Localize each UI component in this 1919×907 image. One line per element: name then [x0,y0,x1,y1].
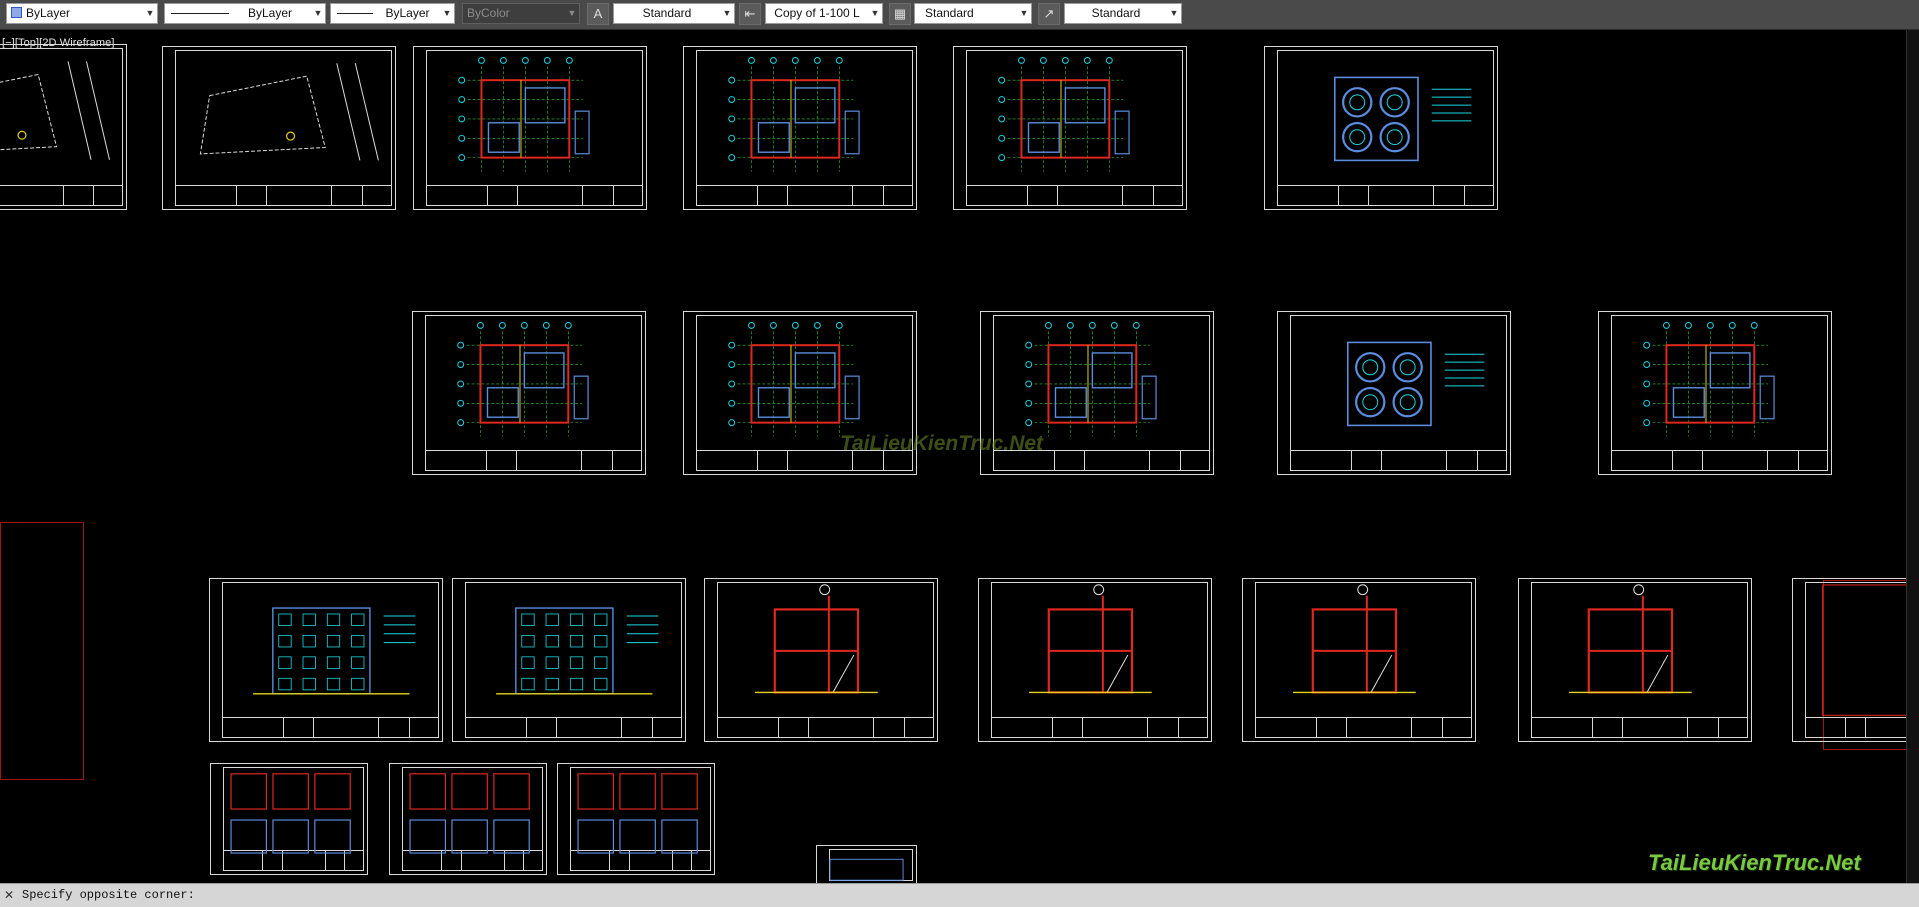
color-swatch-icon [11,7,22,18]
chevron-down-icon: ▼ [1019,8,1029,18]
drawing-content [230,773,351,854]
drawing-sheet[interactable] [557,763,715,875]
drawing-content [1029,584,1152,694]
drawing-content [1333,76,1472,162]
color-combo[interactable]: ByLayer ▼ [6,3,158,24]
chevron-down-icon: ▼ [313,8,323,18]
drawing-content [457,321,589,437]
drawing-content [1643,321,1775,437]
drawing-sheet[interactable] [389,763,547,875]
multileader-style-icon[interactable]: ↗ [1038,3,1060,25]
drawing-content [253,607,416,695]
chevron-down-icon: ▼ [442,8,452,18]
drawing-sheet[interactable] [1242,578,1476,742]
command-line[interactable]: ✕ Specify opposite corner: [0,883,1919,907]
drawing-content [1293,584,1416,694]
watermark: TaiLieuKienTruc.Net [840,432,1044,455]
drawing-content [755,584,878,694]
drawing-content [998,56,1130,172]
drawing-content [1822,584,1919,716]
chevron-down-icon: ▼ [870,8,880,18]
chevron-down-icon: ▼ [145,8,155,18]
drawing-sheet[interactable] [816,845,917,883]
drawing-content [0,61,110,160]
drawing-content [829,858,904,881]
chevron-down-icon: ▼ [567,8,577,18]
table-style-icon[interactable]: ▦ [889,3,911,25]
drawing-content [496,607,659,695]
drawing-sheet[interactable] [704,578,938,742]
dimension-style-icon[interactable]: ⇤ [739,3,761,25]
table-style-combo[interactable]: Standard ▼ [914,3,1032,24]
drawing-content [458,56,590,172]
linetype-combo[interactable]: ByLayer ▼ [164,3,326,24]
drawing-sheet[interactable] [1264,46,1498,210]
drawing-sheet[interactable] [0,44,127,210]
drawing-sheet[interactable] [210,763,368,875]
vertical-scrollbar[interactable] [1906,30,1919,883]
dim-style-combo[interactable]: Copy of 1-100 L ▼ [765,3,883,24]
text-style-combo[interactable]: Standard ▼ [613,3,735,24]
text-style-icon[interactable]: A [587,3,609,25]
drawing-sheet[interactable] [1277,311,1511,475]
drawing-sheet[interactable] [1598,311,1832,475]
close-icon[interactable]: ✕ [4,888,14,903]
drawing-content [1569,584,1692,694]
color-markers [1836,876,1901,882]
drawing-sheet[interactable] [412,311,646,475]
chevron-down-icon: ▼ [722,8,732,18]
lineweight-combo[interactable]: ByLayer ▼ [330,3,455,24]
drawing-sheet[interactable] [683,46,917,210]
drawing-sheet[interactable] [978,578,1212,742]
drawing-sheet[interactable] [1792,578,1919,742]
drawing-content [1346,341,1485,427]
drawing-sheet[interactable] [209,578,443,742]
command-prompt: Specify opposite corner: [22,888,195,902]
drawing-content [409,773,530,854]
drawing-content [577,773,698,854]
drawing-content [199,63,379,161]
watermark-logo: TaiLieuKienTruc.Net [1648,850,1861,875]
drawing-sheet[interactable] [452,578,686,742]
drawing-sheet[interactable] [953,46,1187,210]
drawing-content [728,56,860,172]
mleader-style-combo[interactable]: Standard ▼ [1064,3,1182,24]
chevron-down-icon: ▼ [1169,8,1179,18]
properties-toolbar: ByLayer ▼ ByLayer ▼ ByLayer ▼ ByColor ▼ … [0,0,1919,30]
drawing-sheet[interactable] [413,46,647,210]
red-frame [0,522,84,780]
drawing-sheet[interactable] [1518,578,1752,742]
drawing-sheet[interactable] [162,46,396,210]
plotstyle-combo: ByColor ▼ [462,3,580,24]
drawing-viewport[interactable]: [−][Top][2D Wireframe] TaiLieuKienTruc.N… [0,30,1919,883]
